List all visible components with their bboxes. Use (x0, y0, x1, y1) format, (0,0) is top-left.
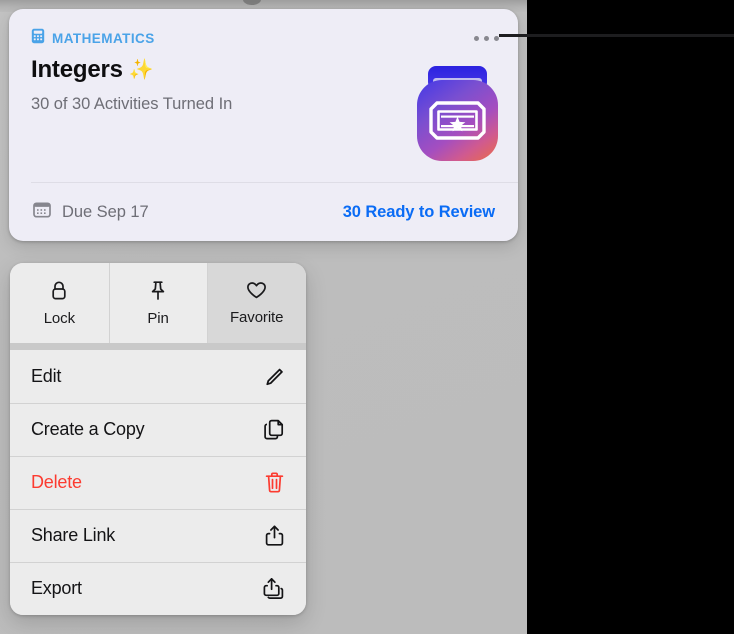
page-title: Integers (31, 56, 123, 83)
menu-item-label: Delete (31, 472, 82, 492)
menu-item-create-a-copy[interactable]: Create a Copy (10, 403, 306, 456)
calendar-icon (33, 201, 51, 223)
menu-item-label: Export (31, 578, 82, 598)
menu-item-label: Create a Copy (31, 419, 145, 439)
letterbox-right (527, 0, 734, 634)
calculator-icon (31, 28, 45, 49)
quick-action-lock[interactable]: Lock (10, 263, 109, 343)
quick-action-label: Lock (43, 309, 75, 327)
menu-item-share-link[interactable]: Share Link (10, 509, 306, 562)
trash-icon (264, 471, 285, 494)
quick-action-favorite[interactable]: Favorite (207, 263, 306, 343)
assignment-card[interactable]: MATHEMATICS Integers ✨ 30 of 30 Activiti… (9, 9, 518, 241)
subject-row: MATHEMATICS (31, 28, 155, 49)
ellipsis-icon[interactable] (474, 36, 499, 41)
assignment-title-row: Integers ✨ (31, 56, 154, 84)
window-notch (243, 0, 261, 5)
due-date-label: Due Sep 17 (62, 202, 149, 221)
sparkles-emoji: ✨ (128, 59, 154, 81)
quick-action-label: Pin (147, 309, 169, 327)
menu-item-label: Share Link (31, 525, 116, 545)
lock-icon (50, 280, 68, 301)
ready-to-review-link[interactable]: 30 Ready to Review (343, 203, 495, 222)
share-icon (264, 524, 285, 547)
subject-label: MATHEMATICS (52, 31, 155, 46)
due-date-group: Due Sep 17 (33, 201, 149, 223)
assignment-card-body: MATHEMATICS Integers ✨ 30 of 30 Activiti… (9, 9, 518, 182)
quick-actions-row: Lock Pin Favorite (10, 263, 306, 343)
assignment-card-footer: Due Sep 17 30 Ready to Review (9, 183, 518, 241)
context-menu[interactable]: Lock Pin Favorite Edit Create a Copy Del… (10, 263, 306, 615)
quick-action-label: Favorite (229, 308, 284, 326)
menu-item-delete[interactable]: Delete (10, 456, 306, 509)
menu-item-export[interactable]: Export (10, 562, 306, 615)
duplicate-icon (262, 418, 285, 441)
pin-icon (149, 280, 167, 301)
callout-leader-line (499, 34, 734, 37)
pencil-icon (263, 366, 285, 388)
export-icon (262, 577, 285, 600)
menu-item-label: Edit (31, 366, 62, 386)
schoolwork-app-icon (411, 64, 504, 164)
heart-icon (246, 281, 267, 300)
quick-action-pin[interactable]: Pin (108, 263, 208, 343)
menu-item-edit[interactable]: Edit (10, 350, 306, 403)
activities-progress-text: 30 of 30 Activities Turned In (31, 95, 233, 113)
menu-group-separator (10, 343, 306, 350)
